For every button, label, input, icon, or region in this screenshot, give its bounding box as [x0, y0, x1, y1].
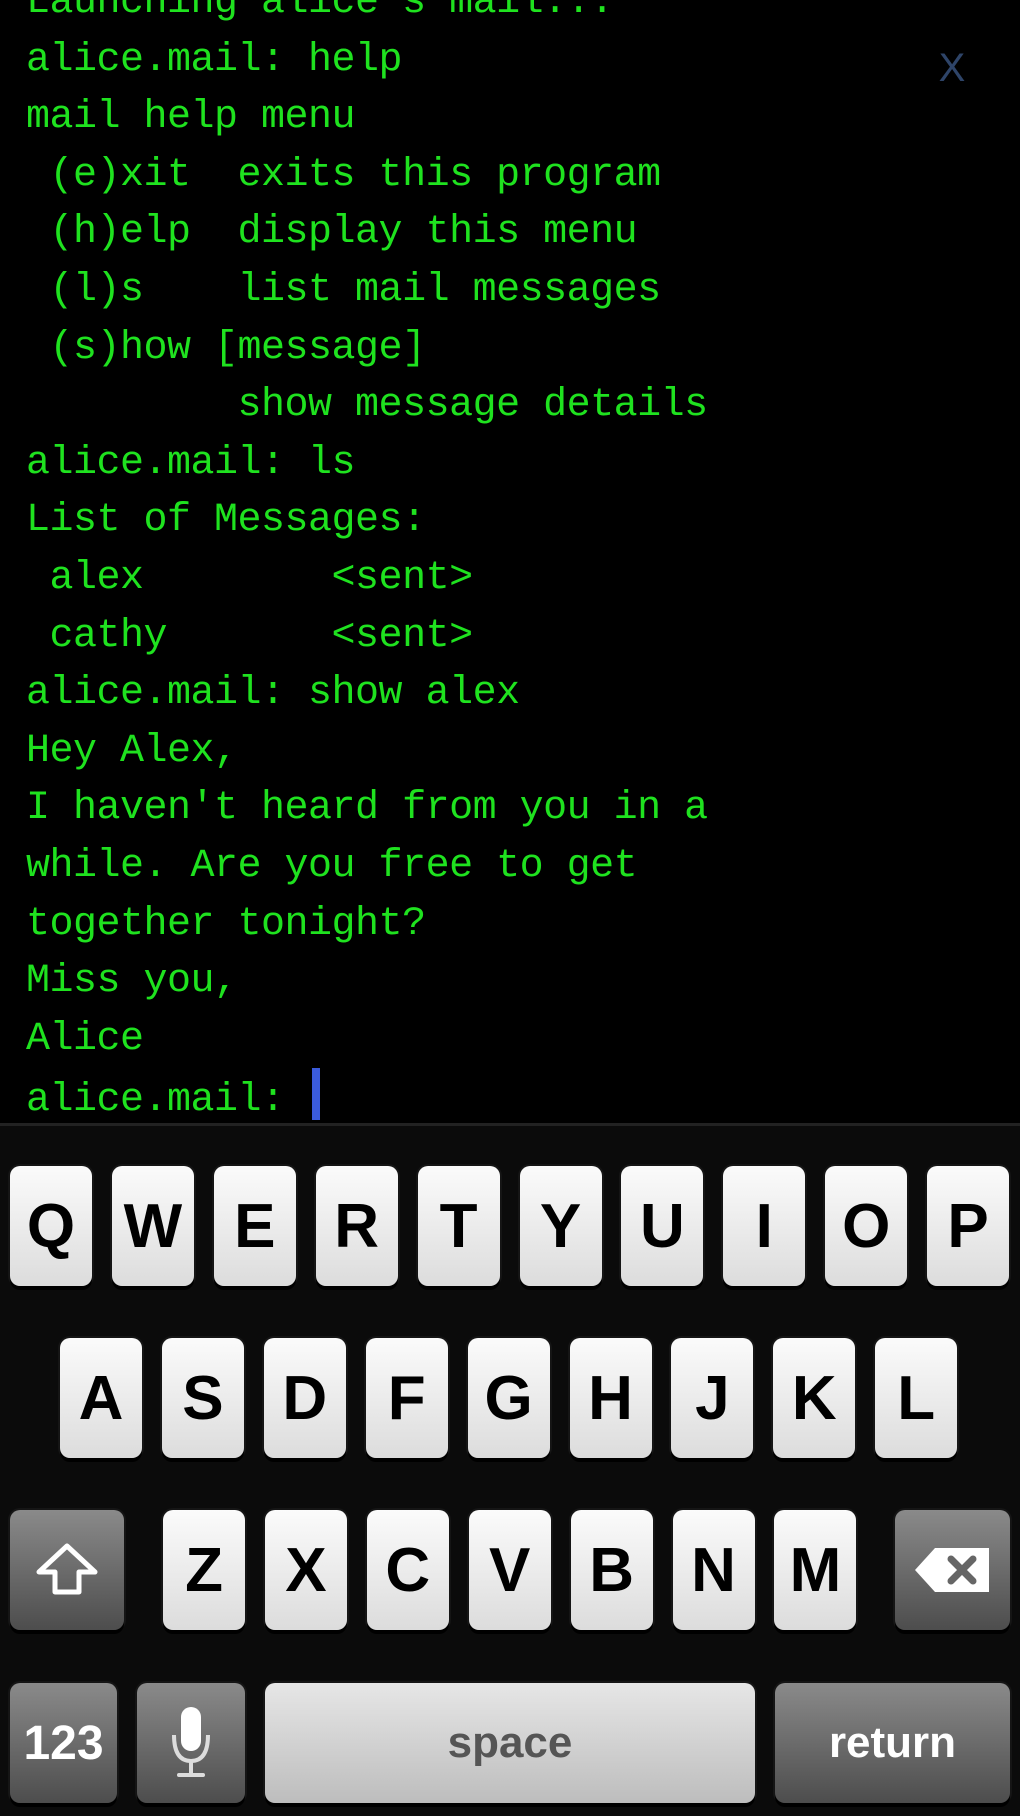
- on-screen-keyboard: 123 space return QWERTYUIOP ASDFGHJKL ZXCV…: [0, 1123, 1020, 1816]
- delete-key[interactable]: [895, 1510, 1010, 1630]
- terminal-line: cathy <sent>: [26, 613, 474, 659]
- key-i[interactable]: I: [723, 1166, 806, 1286]
- terminal-line: while. Are you free to get: [26, 843, 638, 889]
- key-y[interactable]: Y: [519, 1166, 602, 1286]
- key-l[interactable]: L: [875, 1338, 958, 1458]
- key-c[interactable]: C: [366, 1510, 449, 1630]
- terminal-line: alice.mail: help: [26, 37, 403, 83]
- terminal-line: List of Messages:: [26, 498, 426, 544]
- space-key[interactable]: space: [265, 1683, 755, 1803]
- key-z[interactable]: Z: [163, 1510, 245, 1630]
- microphone-icon: [172, 1707, 210, 1777]
- text-cursor: [312, 1068, 321, 1121]
- key-v[interactable]: V: [468, 1510, 551, 1630]
- key-w[interactable]: W: [111, 1166, 194, 1286]
- key-s[interactable]: S: [161, 1338, 244, 1458]
- return-key[interactable]: return: [775, 1683, 1010, 1803]
- terminal-output: Launching alice's mail... alice.mail: hel…: [26, 0, 708, 1123]
- key-m[interactable]: M: [774, 1510, 857, 1630]
- key-j[interactable]: J: [671, 1338, 754, 1458]
- key-r[interactable]: R: [315, 1166, 398, 1286]
- key-h[interactable]: H: [569, 1338, 652, 1458]
- key-a[interactable]: A: [60, 1338, 142, 1458]
- shift-arrow-icon: [36, 1543, 98, 1595]
- key-g[interactable]: G: [467, 1338, 550, 1458]
- terminal-line: alice.mail: ls: [26, 440, 356, 486]
- terminal-line: Miss you,: [26, 959, 238, 1005]
- key-p[interactable]: P: [927, 1166, 1010, 1286]
- command-prompt: alice.mail:: [26, 1078, 309, 1123]
- key-k[interactable]: K: [773, 1338, 856, 1458]
- terminal-line: (h)elp display this menu: [26, 210, 638, 256]
- terminal-line: (s)how [message]: [26, 325, 427, 371]
- key-d[interactable]: D: [263, 1338, 346, 1458]
- shift-key[interactable]: [10, 1510, 124, 1630]
- terminal-line: Alice: [26, 1016, 144, 1062]
- key-t[interactable]: T: [417, 1166, 500, 1286]
- dictation-key[interactable]: [137, 1683, 245, 1803]
- key-n[interactable]: N: [672, 1510, 755, 1630]
- key-f[interactable]: F: [365, 1338, 448, 1458]
- backspace-icon: [914, 1548, 989, 1592]
- terminal-line: I haven't heard from you in a: [26, 786, 708, 832]
- command-input-line[interactable]: alice.mail:: [26, 1068, 708, 1123]
- key-u[interactable]: U: [621, 1166, 704, 1286]
- key-x[interactable]: X: [264, 1510, 347, 1630]
- key-o[interactable]: O: [825, 1166, 908, 1286]
- terminal-line: show message details: [26, 383, 709, 429]
- close-button[interactable]: X: [932, 46, 972, 90]
- terminal-line: (l)s list mail messages: [26, 267, 662, 313]
- terminal-line: Hey Alex,: [26, 728, 238, 774]
- terminal-line: alex <sent>: [26, 555, 474, 601]
- terminal-line: (e)xit exits this program: [26, 152, 662, 198]
- terminal-line: together tonight?: [26, 901, 426, 947]
- terminal-line: mail help menu: [26, 95, 356, 141]
- key-e[interactable]: E: [213, 1166, 296, 1286]
- terminal-line: alice.mail: show alex: [26, 671, 520, 717]
- terminal-line: Launching alice's mail...: [26, 0, 614, 25]
- key-b[interactable]: B: [570, 1510, 653, 1630]
- numbers-key[interactable]: 123: [10, 1683, 117, 1803]
- key-q[interactable]: Q: [10, 1166, 92, 1286]
- terminal-screen[interactable]: Launching alice's mail... alice.mail: hel…: [0, 0, 1020, 1123]
